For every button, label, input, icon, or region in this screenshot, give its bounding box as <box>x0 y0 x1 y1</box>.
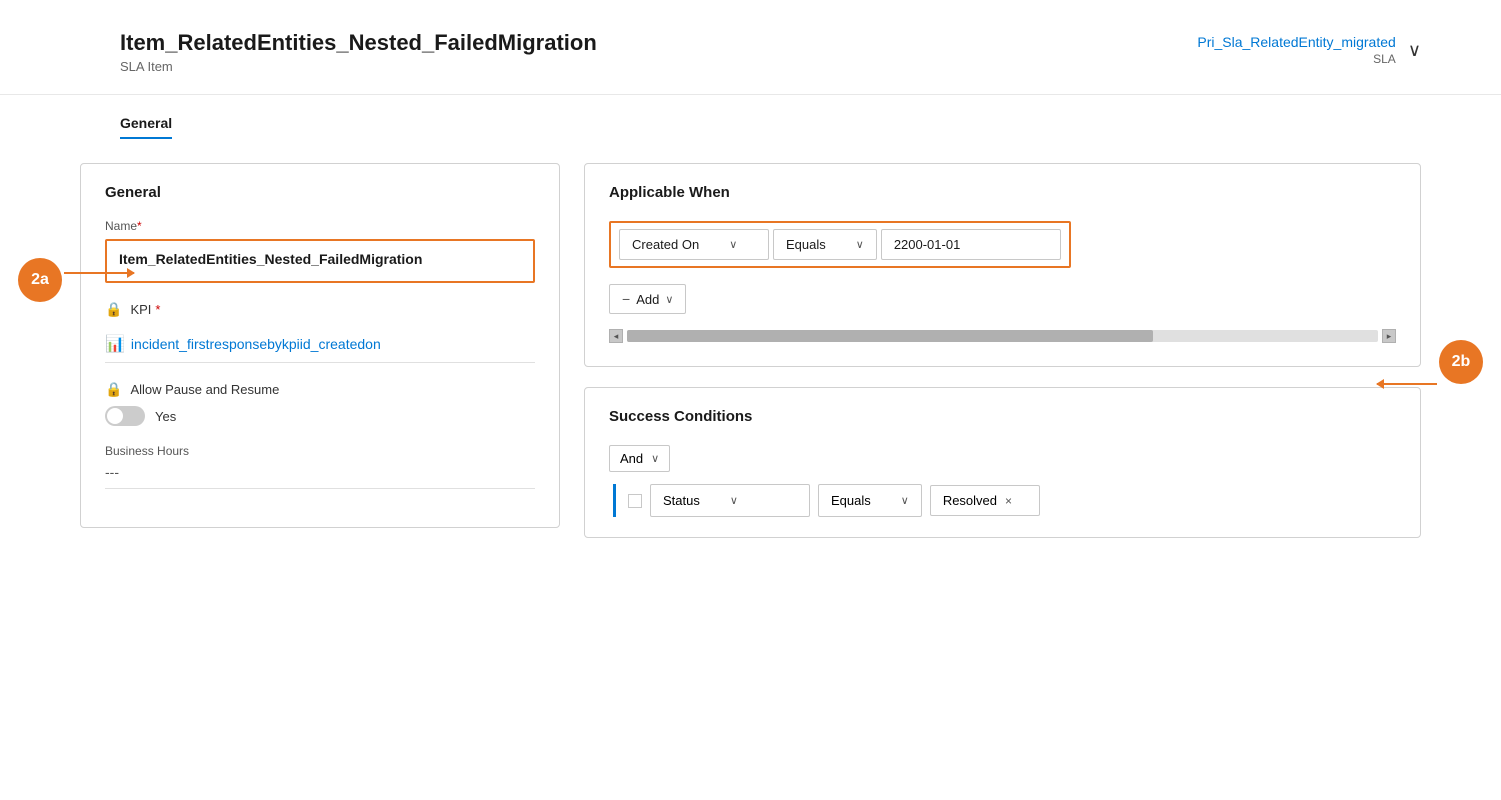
tabs-bar: General <box>0 115 1501 139</box>
tab-general[interactable]: General <box>120 115 172 139</box>
success-field-chevron-icon: ∨ <box>730 494 738 507</box>
add-button[interactable]: − Add ∨ <box>609 284 686 314</box>
name-label: Name* <box>105 219 535 233</box>
condition-operator-dropdown[interactable]: Equals ∨ <box>773 229 877 260</box>
condition-operator-label: Equals <box>786 237 826 252</box>
kpi-chart-icon: 📊 <box>105 334 125 354</box>
condition-field-dropdown[interactable]: Created On ∨ <box>619 229 769 260</box>
success-condition-row: Status ∨ Equals ∨ Resolved × <box>609 484 1396 517</box>
kpi-label: 🔒 KPI* <box>105 301 535 318</box>
success-operator-label: Equals <box>831 493 871 508</box>
sla-info: Pri_Sla_RelatedEntity_migrated SLA <box>1197 34 1395 66</box>
success-operator-dropdown[interactable]: Equals ∨ <box>818 484 922 517</box>
applicable-condition-row: Created On ∨ Equals ∨ 2200-01-01 <box>609 221 1071 268</box>
expand-chevron-icon[interactable]: ∨ <box>1408 40 1421 61</box>
allow-pause-label-row: 🔒 Allow Pause and Resume <box>105 381 535 398</box>
and-dropdown[interactable]: And ∨ <box>609 445 670 472</box>
kpi-value-row: 📊 incident_firstresponsebykpiid_createdo… <box>105 326 535 363</box>
scroll-left-arrow-icon[interactable]: ◂ <box>609 329 623 343</box>
general-card: General Name* Item_RelatedEntities_Neste… <box>80 163 560 528</box>
general-card-title: General <box>105 184 535 201</box>
applicable-when-title: Applicable When <box>609 184 1396 201</box>
page-header: Item_RelatedEntities_Nested_FailedMigrat… <box>0 0 1501 95</box>
sla-label: SLA <box>1197 52 1395 66</box>
and-chevron-icon: ∨ <box>651 452 659 465</box>
success-field-label: Status <box>663 493 700 508</box>
toggle-row: Yes <box>105 406 535 426</box>
biz-hours-field-group: Business Hours --- <box>105 444 535 489</box>
condition-operator-chevron-icon: ∨ <box>856 238 864 251</box>
kpi-field-group: 🔒 KPI* 📊 incident_firstresponsebykpiid_c… <box>105 301 535 363</box>
name-value[interactable]: Item_RelatedEntities_Nested_FailedMigrat… <box>105 239 535 283</box>
toggle-label: Yes <box>155 409 176 424</box>
main-content: General Name* Item_RelatedEntities_Neste… <box>0 139 1501 562</box>
and-label: And <box>620 451 643 466</box>
add-chevron-icon: ∨ <box>665 293 673 306</box>
success-conditions-title: Success Conditions <box>609 408 1396 425</box>
horizontal-scrollbar[interactable]: ◂ ▸ <box>609 326 1396 346</box>
name-field-group: Name* Item_RelatedEntities_Nested_Failed… <box>105 219 535 283</box>
condition-field-label: Created On <box>632 237 699 252</box>
right-panel: Applicable When Created On ∨ Equals ∨ 22… <box>584 163 1421 538</box>
kpi-required-star: * <box>155 302 160 317</box>
scroll-right-arrow-icon[interactable]: ▸ <box>1382 329 1396 343</box>
success-field-dropdown[interactable]: Status ∨ <box>650 484 810 517</box>
left-panel: General Name* Item_RelatedEntities_Neste… <box>80 163 560 538</box>
success-conditions-card: Success Conditions And ∨ Status ∨ Equals… <box>584 387 1421 538</box>
condition-field-chevron-icon: ∨ <box>729 238 737 251</box>
blue-line-indicator <box>613 484 616 517</box>
sla-link[interactable]: Pri_Sla_RelatedEntity_migrated <box>1197 34 1395 50</box>
name-required-star: * <box>137 219 142 233</box>
add-minus-icon: − <box>622 291 630 307</box>
kpi-lock-icon: 🔒 <box>105 301 122 318</box>
badge-2b: 2b <box>1439 340 1483 384</box>
condition-value-input[interactable]: 2200-01-01 <box>881 229 1061 260</box>
success-operator-chevron-icon: ∨ <box>901 494 909 507</box>
scroll-thumb <box>627 330 1153 342</box>
success-value-remove-icon[interactable]: × <box>1005 494 1012 508</box>
header-right: Pri_Sla_RelatedEntity_migrated SLA ∨ <box>1197 34 1421 66</box>
success-value-tag: Resolved × <box>930 485 1040 516</box>
arrow-2a <box>64 272 134 274</box>
page-title: Item_RelatedEntities_Nested_FailedMigrat… <box>120 30 597 56</box>
badge-2a: 2a <box>18 258 62 302</box>
success-value-label: Resolved <box>943 493 997 508</box>
pause-toggle[interactable] <box>105 406 145 426</box>
success-checkbox[interactable] <box>628 494 642 508</box>
arrow-2b <box>1377 383 1437 385</box>
add-button-label: Add <box>636 292 659 307</box>
kpi-link[interactable]: incident_firstresponsebykpiid_createdon <box>131 336 381 352</box>
scroll-track[interactable] <box>627 330 1378 342</box>
biz-hours-label: Business Hours <box>105 444 535 458</box>
applicable-when-card: Applicable When Created On ∨ Equals ∨ 22… <box>584 163 1421 367</box>
pause-lock-icon: 🔒 <box>105 381 122 398</box>
allow-pause-field-group: 🔒 Allow Pause and Resume Yes <box>105 381 535 426</box>
biz-hours-value: --- <box>105 464 535 489</box>
page-subtitle: SLA Item <box>120 59 597 74</box>
header-left: Item_RelatedEntities_Nested_FailedMigrat… <box>120 30 597 74</box>
